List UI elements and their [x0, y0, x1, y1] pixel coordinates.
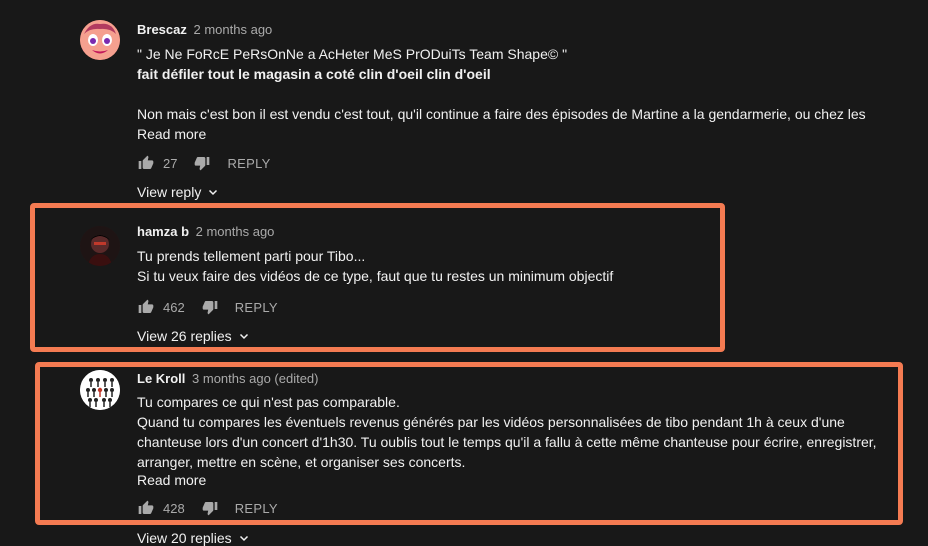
view-replies-button[interactable]: View reply — [137, 184, 898, 200]
thumbs-up-icon[interactable] — [137, 298, 155, 316]
comment-time[interactable]: 2 months ago — [194, 22, 273, 37]
comment-actions: 27 REPLY — [137, 151, 898, 175]
avatar-illustration — [80, 20, 120, 60]
comment-actions: 428 REPLY — [137, 496, 898, 520]
comment-line: " Je Ne FoRcE PeRsOnNe a AcHeter MeS PrO… — [137, 46, 568, 62]
avatar[interactable] — [80, 370, 120, 410]
author-name[interactable]: hamza b — [137, 224, 189, 239]
comment-header: hamza b 2 months ago — [137, 223, 898, 241]
comment-line: Si tu veux faire des vidéos de ce type, … — [137, 268, 614, 284]
comment-text: Tu compares ce qui n'est pas comparable.… — [137, 392, 898, 472]
read-more-link[interactable]: Read more — [137, 470, 206, 490]
avatar-illustration — [80, 226, 120, 266]
avatar-illustration — [80, 370, 120, 410]
view-replies-label: View reply — [137, 184, 202, 200]
comment-line: arranger, mettre en scène, et organiser … — [137, 454, 466, 470]
avatar[interactable] — [80, 226, 120, 266]
view-replies-button[interactable]: View 26 replies — [137, 328, 898, 344]
thumbs-down-icon[interactable] — [201, 298, 219, 316]
comment-text: Tu prends tellement parti pour Tibo... S… — [137, 246, 898, 286]
comment-actions: 462 REPLY — [137, 295, 898, 319]
chevron-down-icon — [238, 532, 250, 544]
view-replies-label: View 20 replies — [137, 530, 232, 546]
read-more-link[interactable]: Read more — [137, 124, 206, 144]
comment-text: " Je Ne FoRcE PeRsOnNe a AcHeter MeS PrO… — [137, 44, 898, 124]
comment-line — [137, 84, 898, 104]
chevron-down-icon — [238, 330, 250, 342]
comment-line: Tu prends tellement parti pour Tibo... — [137, 248, 366, 264]
comment-line: Tu compares ce qui n'est pas comparable. — [137, 394, 400, 410]
comment-line: fait défiler tout le magasin a coté clin… — [137, 66, 491, 82]
comment-line: Non mais c'est bon il est vendu c'est to… — [137, 106, 866, 122]
like-count: 27 — [163, 155, 178, 171]
thumbs-down-icon[interactable] — [201, 499, 219, 517]
comment-line: chanteuse lors d'un concert d'1h30. Tu o… — [137, 434, 877, 450]
like-count: 428 — [163, 500, 185, 516]
reply-button[interactable]: REPLY — [235, 501, 278, 516]
like-count: 462 — [163, 299, 185, 315]
author-name[interactable]: Brescaz — [137, 22, 187, 37]
avatar[interactable] — [80, 20, 120, 60]
view-replies-button[interactable]: View 20 replies — [137, 530, 898, 546]
chevron-down-icon — [207, 186, 219, 198]
comment-header: Brescaz 2 months ago — [137, 21, 898, 39]
view-replies-label: View 26 replies — [137, 328, 232, 344]
thumbs-down-icon[interactable] — [193, 154, 211, 172]
comment-time[interactable]: 3 months ago (edited) — [192, 371, 318, 386]
reply-button[interactable]: REPLY — [235, 300, 278, 315]
comment-line: Quand tu compares les éventuels revenus … — [137, 414, 845, 430]
reply-button[interactable]: REPLY — [227, 156, 270, 171]
thumbs-up-icon[interactable] — [137, 154, 155, 172]
author-name[interactable]: Le Kroll — [137, 371, 185, 386]
comment-header: Le Kroll 3 months ago (edited) — [137, 370, 898, 388]
comment-time[interactable]: 2 months ago — [196, 224, 275, 239]
thumbs-up-icon[interactable] — [137, 499, 155, 517]
